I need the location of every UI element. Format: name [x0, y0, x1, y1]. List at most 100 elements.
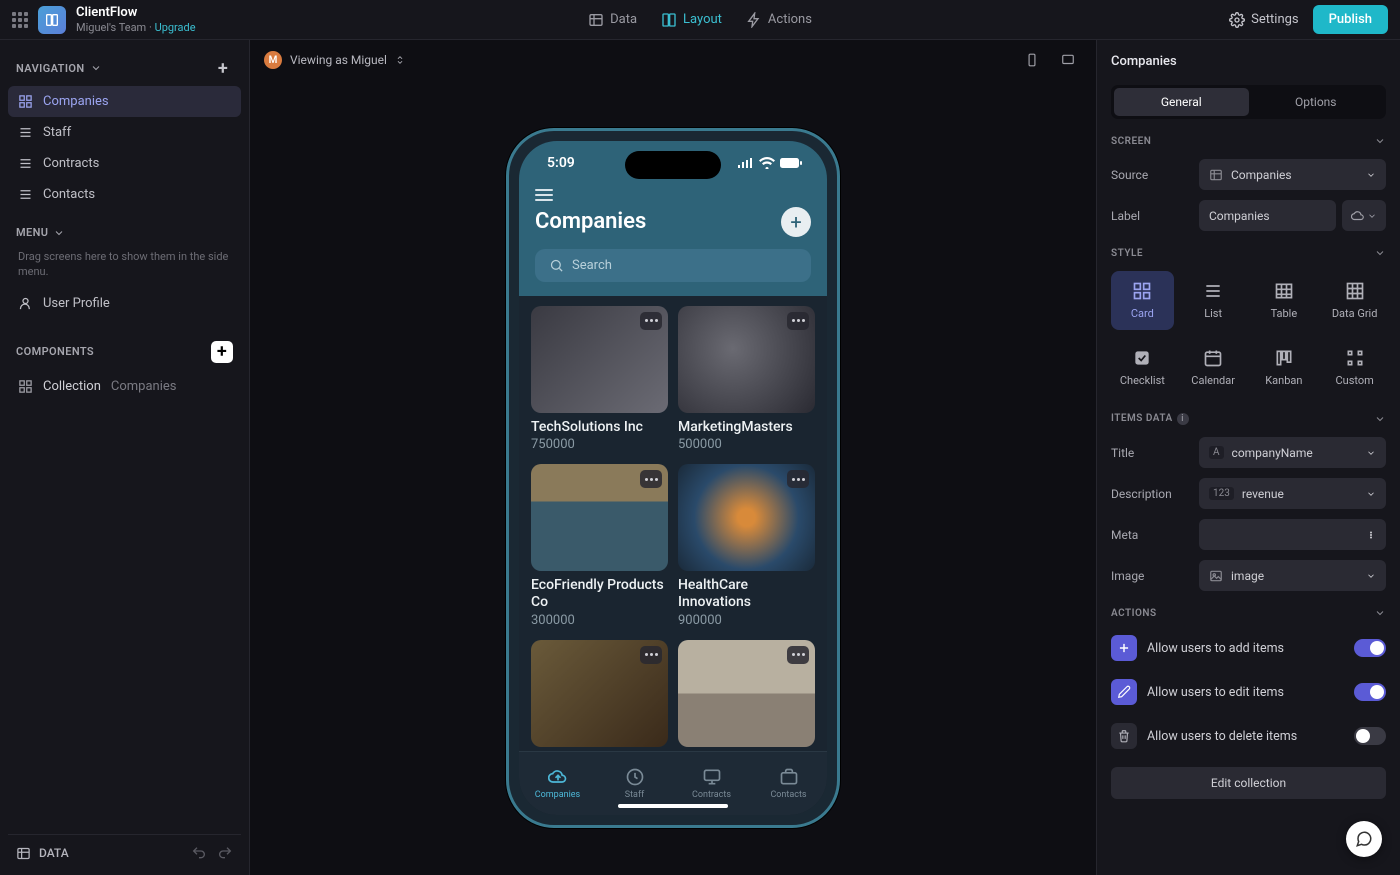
monitor-icon — [702, 767, 722, 787]
undo-icon[interactable] — [191, 845, 207, 861]
inspector: Companies General Options SCREEN Source … — [1096, 40, 1400, 875]
home-indicator — [618, 804, 728, 808]
search-icon — [549, 258, 564, 273]
add-component-button[interactable]: + — [211, 341, 233, 363]
toggle-delete-items[interactable] — [1354, 727, 1386, 745]
card-menu-icon[interactable] — [787, 470, 809, 488]
nav-item-staff[interactable]: Staff — [8, 117, 241, 148]
data-drawer-button[interactable]: DATA — [16, 846, 69, 861]
label-input[interactable]: Companies — [1199, 200, 1336, 231]
menu-header[interactable]: MENU — [8, 218, 241, 247]
plus-icon — [1111, 635, 1137, 661]
style-table[interactable]: Table — [1253, 271, 1316, 330]
phone-tab-contacts[interactable]: Contacts — [750, 752, 827, 815]
edit-icon — [1111, 679, 1137, 705]
inspector-title: Companies — [1111, 52, 1386, 75]
device-desktop-button[interactable] — [1054, 46, 1082, 74]
image-icon — [1209, 569, 1223, 583]
image-field-selector[interactable]: image — [1199, 560, 1386, 591]
description-field-selector[interactable]: 123 revenue — [1199, 478, 1386, 509]
tab-actions[interactable]: Actions — [746, 12, 812, 28]
info-icon[interactable]: i — [1177, 413, 1189, 425]
company-card[interactable]: TechSolutions Inc 750000 — [531, 306, 668, 453]
card-menu-icon[interactable] — [640, 646, 662, 664]
card-menu-icon[interactable] — [787, 646, 809, 664]
signal-icon — [737, 157, 755, 169]
section-style[interactable]: STYLE — [1111, 241, 1386, 261]
navigation-header[interactable]: NAVIGATION + — [8, 50, 241, 86]
chevron-down-icon — [1366, 448, 1376, 458]
add-screen-button[interactable]: + — [213, 58, 233, 78]
table-icon — [1274, 281, 1294, 301]
table-icon — [16, 846, 31, 861]
chevron-down-icon — [53, 227, 65, 239]
section-screen[interactable]: SCREEN — [1111, 129, 1386, 149]
inspector-tab-general[interactable]: General — [1114, 88, 1249, 116]
chevron-down-icon — [90, 62, 102, 74]
viewing-as-selector[interactable]: M Viewing as Miguel — [264, 51, 405, 69]
style-checklist[interactable]: Checklist — [1111, 338, 1174, 397]
hamburger-icon[interactable] — [535, 189, 553, 201]
device-mobile-button[interactable] — [1018, 46, 1046, 74]
source-selector[interactable]: Companies — [1199, 159, 1386, 190]
component-collection[interactable]: Collection Companies — [8, 371, 241, 402]
nav-item-contacts[interactable]: Contacts — [8, 179, 241, 210]
card-menu-icon[interactable] — [640, 312, 662, 330]
company-card[interactable]: HealthCare Innovations 900000 — [678, 464, 815, 628]
meta-field-selector[interactable] — [1199, 519, 1386, 550]
app-logo[interactable] — [38, 6, 66, 34]
list-icon — [18, 156, 33, 171]
redo-icon[interactable] — [217, 845, 233, 861]
card-menu-icon[interactable] — [640, 470, 662, 488]
upgrade-link[interactable]: Upgrade — [155, 21, 196, 34]
company-card[interactable] — [531, 640, 668, 747]
phone-tab-companies[interactable]: Companies — [519, 752, 596, 815]
section-actions[interactable]: ACTIONS — [1111, 601, 1386, 621]
phone-page-title: Companies — [535, 209, 646, 234]
toggle-edit-items[interactable] — [1354, 683, 1386, 701]
style-list[interactable]: List — [1182, 271, 1245, 330]
publish-button[interactable]: Publish — [1313, 5, 1388, 34]
checklist-icon — [1132, 348, 1152, 368]
label-binding-button[interactable] — [1342, 200, 1386, 231]
app-grid-icon[interactable] — [12, 12, 28, 28]
tab-layout[interactable]: Layout — [661, 12, 722, 28]
nav-item-contracts[interactable]: Contracts — [8, 148, 241, 179]
card-grid[interactable]: TechSolutions Inc 750000 MarketingMaster… — [519, 296, 827, 751]
list-icon — [18, 187, 33, 202]
chevron-down-icon — [1374, 247, 1386, 259]
inspector-tab-options[interactable]: Options — [1249, 88, 1384, 116]
settings-button[interactable]: Settings — [1229, 12, 1298, 28]
kanban-icon — [1274, 348, 1294, 368]
help-button[interactable] — [1346, 821, 1382, 857]
style-kanban[interactable]: Kanban — [1253, 338, 1316, 397]
style-card[interactable]: Card — [1111, 271, 1174, 330]
components-header: COMPONENTS + — [8, 333, 241, 371]
toggle-add-items[interactable] — [1354, 639, 1386, 657]
card-icon — [1132, 281, 1152, 301]
style-calendar[interactable]: Calendar — [1182, 338, 1245, 397]
add-item-fab[interactable]: + — [781, 207, 811, 237]
edit-collection-button[interactable]: Edit collection — [1111, 767, 1386, 799]
chevron-down-icon — [1374, 607, 1386, 619]
selector-icon — [395, 55, 405, 65]
search-input[interactable]: Search — [535, 249, 811, 282]
section-items-data[interactable]: ITEMS DATAi — [1111, 407, 1386, 427]
app-title: ClientFlow Miguel's Team · Upgrade — [76, 5, 196, 34]
briefcase-icon — [779, 767, 799, 787]
source-label: Source — [1111, 168, 1189, 182]
title-field-selector[interactable]: A companyName — [1199, 437, 1386, 468]
nav-item-companies[interactable]: Companies — [8, 86, 241, 117]
style-custom[interactable]: Custom — [1323, 338, 1386, 397]
tab-data[interactable]: Data — [588, 12, 637, 28]
style-datagrid[interactable]: Data Grid — [1323, 271, 1386, 330]
company-card[interactable]: MarketingMasters 500000 — [678, 306, 815, 453]
topbar: ClientFlow Miguel's Team · Upgrade Data … — [0, 0, 1400, 40]
company-card[interactable] — [678, 640, 815, 747]
card-menu-icon[interactable] — [787, 312, 809, 330]
company-card[interactable]: EcoFriendly Products Co 300000 — [531, 464, 668, 628]
grid-icon — [1345, 281, 1365, 301]
custom-icon — [1345, 348, 1365, 368]
canvas: M Viewing as Miguel 5:09 — [250, 40, 1096, 875]
menu-item-user-profile[interactable]: User Profile — [8, 288, 241, 319]
